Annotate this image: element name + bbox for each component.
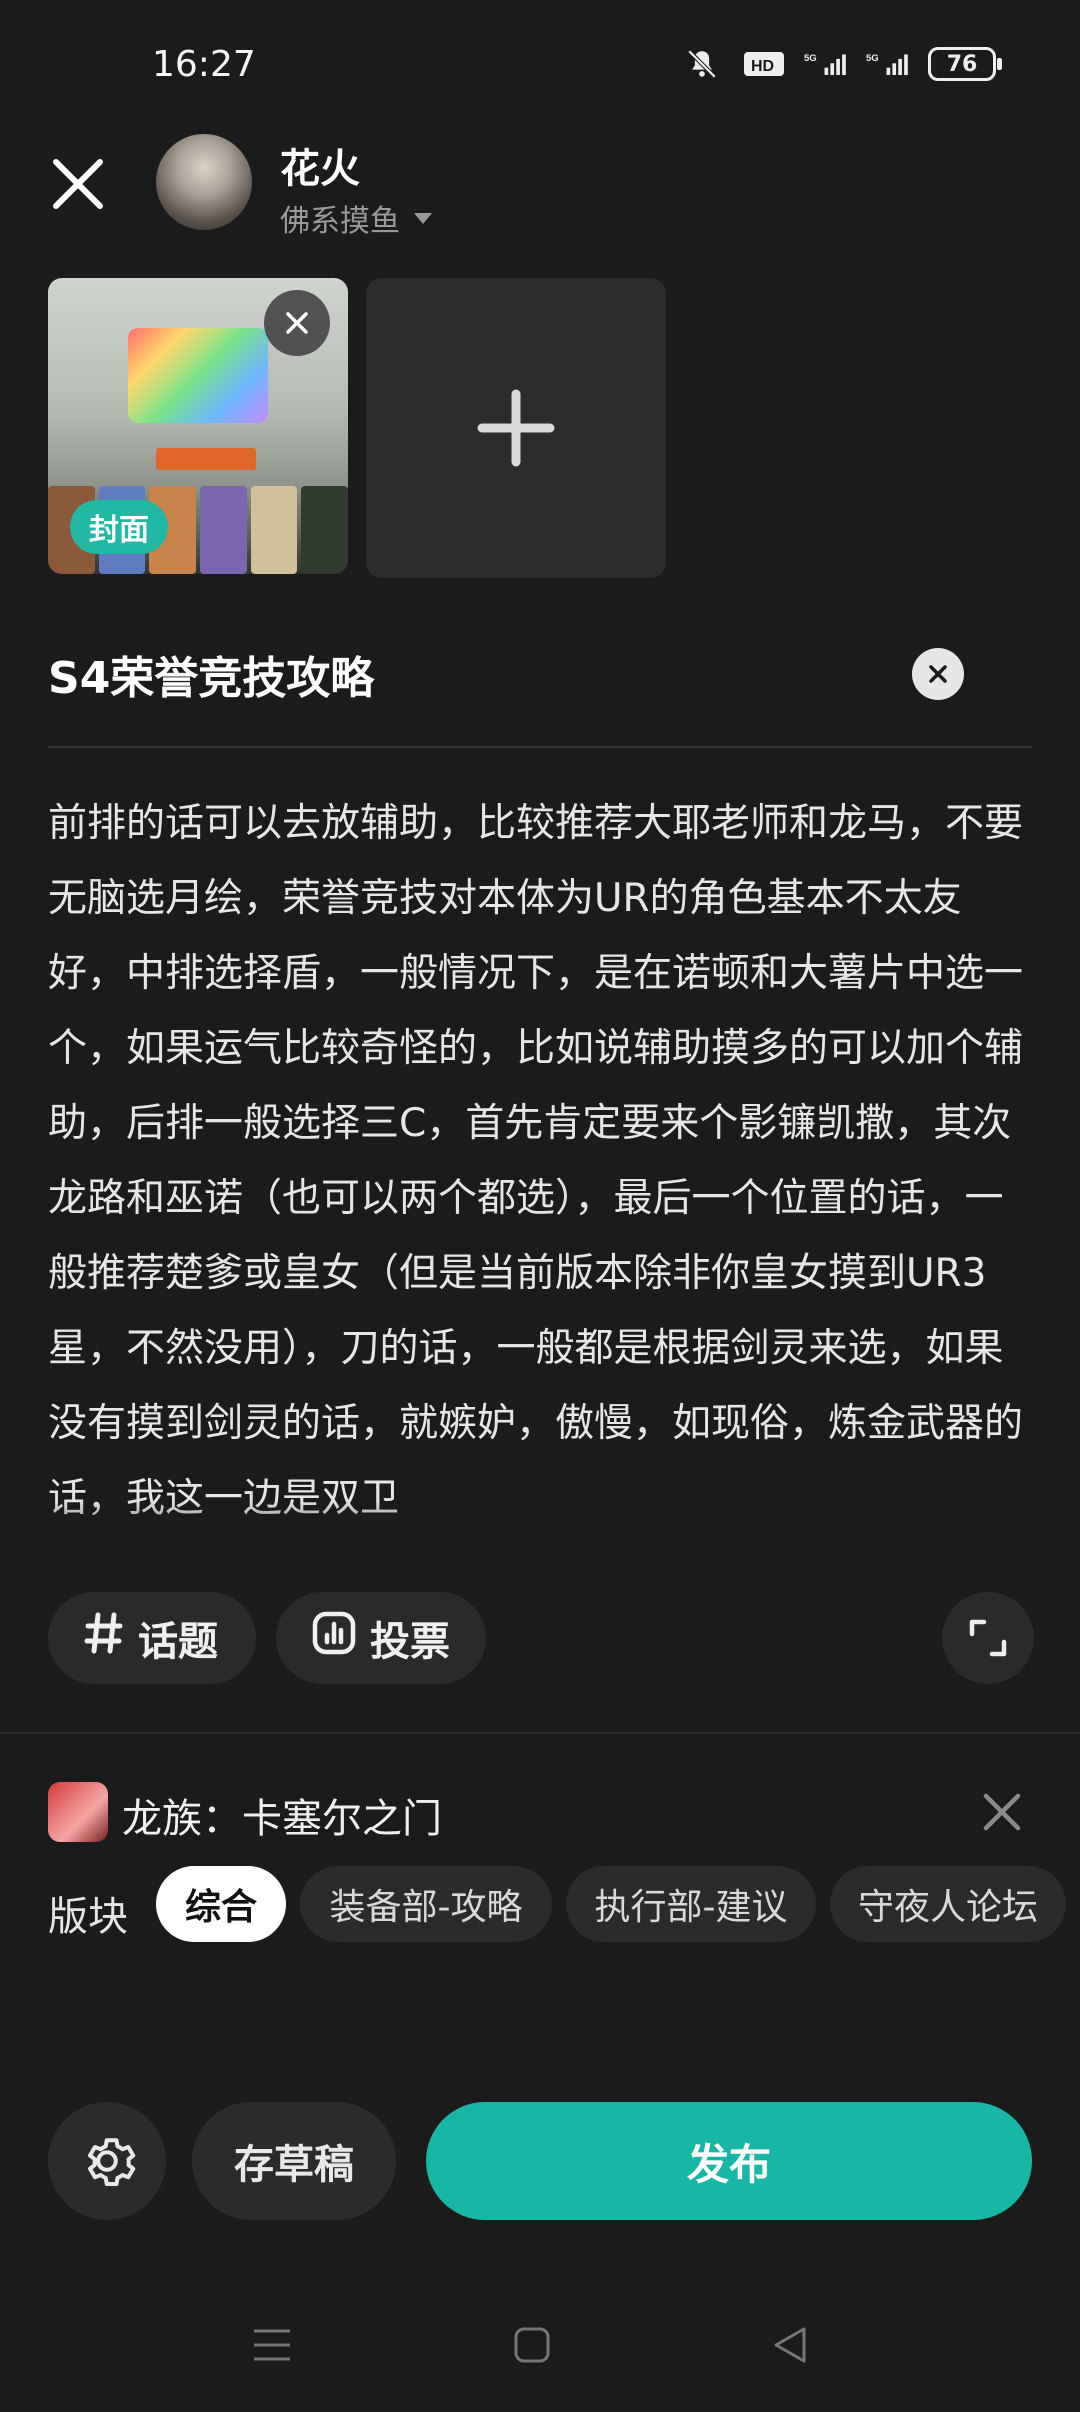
post-title[interactable]: S4荣誉竞技攻略 bbox=[48, 642, 374, 706]
board-chip-execution-suggestion[interactable]: 执行部-建议 bbox=[566, 1866, 816, 1942]
signal-5g-icon: 5G bbox=[804, 46, 848, 82]
game-icon bbox=[48, 1782, 108, 1842]
cover-badge: 封面 bbox=[70, 500, 168, 554]
status-icons: HD 5G 5G 76 bbox=[680, 46, 1002, 82]
svg-text:5G: 5G bbox=[804, 53, 817, 64]
back-nav-icon[interactable] bbox=[760, 2320, 820, 2370]
topic-button[interactable]: 话题 bbox=[48, 1592, 256, 1684]
svg-text:HD: HD bbox=[751, 58, 774, 75]
post-body[interactable]: 前排的话可以去放辅助，比较推荐大耶老师和龙马，不要无脑选月绘，荣誉竞技对本体为U… bbox=[48, 786, 1038, 1556]
battery-icon: 76 bbox=[928, 47, 1002, 81]
divider bbox=[48, 746, 1032, 748]
settings-button[interactable] bbox=[48, 2102, 166, 2220]
clear-title-icon[interactable] bbox=[912, 648, 964, 700]
thumbnail-image bbox=[128, 328, 268, 423]
board-chip-equipment-guide[interactable]: 装备部-攻略 bbox=[300, 1866, 552, 1942]
hashtag-icon bbox=[84, 1611, 124, 1665]
poll-icon bbox=[312, 1611, 356, 1665]
vote-button[interactable]: 投票 bbox=[276, 1592, 486, 1684]
mood-selector[interactable]: 佛系摸鱼 bbox=[280, 196, 432, 240]
remove-media-icon[interactable] bbox=[264, 290, 330, 356]
close-icon[interactable] bbox=[46, 152, 110, 216]
caret-down-icon bbox=[414, 212, 432, 224]
hd-icon: HD bbox=[742, 46, 786, 82]
add-media-button[interactable] bbox=[366, 278, 666, 578]
body-fade bbox=[0, 1500, 1080, 1560]
svg-text:5G: 5G bbox=[866, 53, 879, 64]
battery-level: 76 bbox=[946, 51, 978, 77]
status-time: 16:27 bbox=[152, 44, 256, 85]
divider bbox=[0, 1732, 1080, 1734]
board-chip-general[interactable]: 综合 bbox=[156, 1866, 286, 1942]
username: 花火 bbox=[280, 146, 360, 192]
save-draft-button[interactable]: 存草稿 bbox=[192, 2102, 396, 2220]
vote-label: 投票 bbox=[370, 1619, 450, 1665]
menu-nav-icon[interactable] bbox=[242, 2320, 302, 2370]
game-name[interactable]: 龙族：卡塞尔之门 bbox=[122, 1786, 442, 1844]
expand-icon[interactable] bbox=[942, 1592, 1034, 1684]
board-chip-night-watch-forum[interactable]: 守夜人论坛 bbox=[830, 1866, 1066, 1942]
mood-label: 佛系摸鱼 bbox=[280, 204, 400, 239]
signal-5g-icon: 5G bbox=[866, 46, 910, 82]
remove-game-icon[interactable] bbox=[978, 1788, 1026, 1836]
home-nav-icon[interactable] bbox=[502, 2320, 562, 2370]
avatar[interactable] bbox=[156, 134, 252, 230]
gear-icon bbox=[88, 2138, 136, 2186]
topic-label: 话题 bbox=[138, 1619, 218, 1665]
publish-button[interactable]: 发布 bbox=[426, 2102, 1032, 2220]
plus-icon bbox=[477, 389, 555, 467]
bell-muted-icon bbox=[680, 46, 724, 82]
board-label: 版块 bbox=[48, 1894, 128, 1940]
